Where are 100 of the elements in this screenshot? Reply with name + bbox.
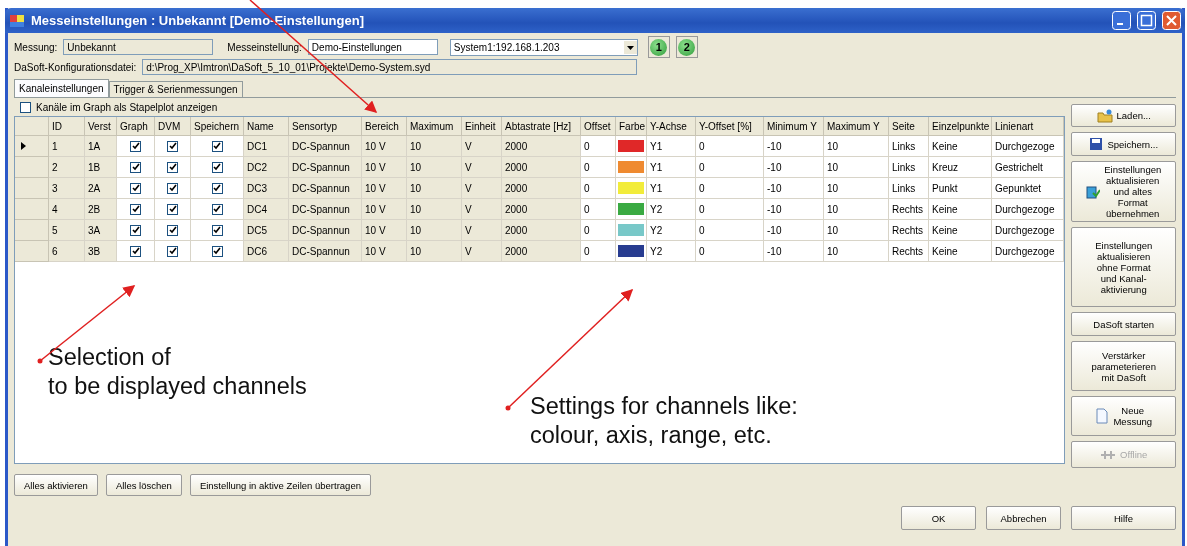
- table-cell: V: [462, 178, 502, 199]
- column-header[interactable]: Offset: [581, 117, 616, 136]
- table-cell: 0: [581, 241, 616, 262]
- settings-field[interactable]: Demo-Einstellungen: [307, 39, 438, 55]
- dialog-button[interactable]: Hilfe: [1071, 506, 1176, 530]
- table-cell: 1: [49, 136, 85, 157]
- color-swatch[interactable]: [618, 161, 644, 173]
- checkbox[interactable]: [211, 224, 223, 236]
- column-header[interactable]: Verst: [85, 117, 117, 136]
- checkbox[interactable]: [130, 203, 141, 215]
- checkbox[interactable]: [211, 203, 223, 215]
- column-header[interactable]: Y-Achse: [647, 117, 696, 136]
- table-cell: 10: [407, 136, 462, 157]
- column-header[interactable]: Linienart: [992, 117, 1064, 136]
- table-cell: 10: [407, 241, 462, 262]
- column-header[interactable]: Bereich: [362, 117, 407, 136]
- row-header[interactable]: [15, 136, 49, 157]
- table-cell: 0: [696, 241, 764, 262]
- maximize-icon[interactable]: [1137, 11, 1156, 30]
- checkbox[interactable]: [211, 182, 223, 194]
- side-button[interactable]: Einstellungen aktualisieren ohne Format und Kanal- aktivierung: [1071, 227, 1176, 307]
- column-header[interactable]: Graph: [117, 117, 155, 136]
- system-dropdown[interactable]: System1:192.168.1.203: [449, 38, 638, 56]
- column-header[interactable]: ID: [49, 117, 85, 136]
- column-header[interactable]: Einzelpunkte: [929, 117, 992, 136]
- checkbox[interactable]: [130, 245, 141, 257]
- column-header[interactable]: Einheit: [462, 117, 502, 136]
- column-header[interactable]: Maximum Y: [824, 117, 889, 136]
- table-cell: Durchgezoge: [992, 199, 1064, 220]
- tab[interactable]: Kanaleinstellungen: [14, 79, 109, 97]
- checkbox[interactable]: [130, 224, 141, 236]
- column-header[interactable]: Speichern: [191, 117, 244, 136]
- table-cell: DC6: [244, 241, 289, 262]
- checkbox[interactable]: [167, 224, 178, 236]
- page-icon: [1095, 408, 1110, 424]
- side-button[interactable]: Speichern...: [1071, 132, 1176, 156]
- table-cell: Durchgezoge: [992, 136, 1064, 157]
- table-cell: -10: [764, 241, 824, 262]
- table-cell: DC-Spannun: [289, 220, 362, 241]
- color-swatch[interactable]: [618, 140, 644, 152]
- table-cell: DC-Spannun: [289, 136, 362, 157]
- side-button[interactable]: Einstellungen aktualisieren und altes Format übernehmen: [1071, 161, 1176, 222]
- table-cell: 10 V: [362, 199, 407, 220]
- color-swatch[interactable]: [618, 182, 644, 194]
- table-cell: V: [462, 220, 502, 241]
- side-button[interactable]: Laden...: [1071, 104, 1176, 127]
- floppy-icon: [1089, 137, 1104, 151]
- table-cell: 2000: [502, 199, 581, 220]
- dialog-button[interactable]: OK: [901, 506, 976, 530]
- table-cell: DC-Spannun: [289, 157, 362, 178]
- color-swatch[interactable]: [618, 203, 644, 215]
- dialog-button[interactable]: Abbrechen: [986, 506, 1061, 530]
- column-header[interactable]: Sensortyp: [289, 117, 362, 136]
- action-button[interactable]: Alles löschen: [105, 474, 182, 496]
- minimize-icon[interactable]: [1112, 11, 1131, 30]
- checkbox[interactable]: [167, 203, 178, 215]
- checkbox[interactable]: [20, 101, 31, 113]
- checkbox[interactable]: [130, 182, 141, 194]
- table-cell: Durchgezoge: [992, 241, 1064, 262]
- table-cell: -10: [764, 136, 824, 157]
- tab[interactable]: Trigger & Serienmessungen: [108, 81, 243, 97]
- table-cell: 2000: [502, 241, 581, 262]
- table-cell: 10: [407, 157, 462, 178]
- checkbox[interactable]: [211, 245, 223, 257]
- table-cell: Keine: [929, 220, 992, 241]
- column-header[interactable]: Abtastrate [Hz]: [502, 117, 581, 136]
- column-header[interactable]: Minimum Y: [764, 117, 824, 136]
- checkbox-label: Kanäle im Graph als Stapelplot anzeigen: [36, 101, 218, 113]
- color-swatch[interactable]: [618, 224, 644, 236]
- side-button[interactable]: DaSoft starten: [1071, 312, 1176, 336]
- action-button[interactable]: Alles aktivieren: [14, 474, 98, 496]
- column-header[interactable]: Name: [244, 117, 289, 136]
- field-label: DaSoft-Konfigurationsdatei:: [14, 61, 137, 73]
- column-header[interactable]: Maximum: [407, 117, 462, 136]
- checkbox[interactable]: [167, 140, 178, 152]
- measurement-field[interactable]: Unbekannt: [63, 39, 214, 55]
- column-header[interactable]: DVM: [155, 117, 191, 136]
- column-header[interactable]: Farbe: [616, 117, 647, 136]
- table-cell: 2000: [502, 136, 581, 157]
- table-cell: 2A: [85, 178, 117, 199]
- close-icon[interactable]: [1162, 11, 1181, 30]
- system-button[interactable]: 2: [675, 36, 698, 58]
- current-row-icon: [21, 142, 26, 150]
- system-button[interactable]: 1: [647, 36, 670, 58]
- color-swatch[interactable]: [618, 245, 644, 257]
- checkbox[interactable]: [130, 140, 141, 152]
- checkbox[interactable]: [211, 140, 223, 152]
- checkbox[interactable]: [130, 161, 141, 173]
- checkbox[interactable]: [211, 161, 223, 173]
- action-button[interactable]: Einstellung in aktive Zeilen übertragen: [189, 474, 371, 496]
- table-cell: 10: [407, 199, 462, 220]
- column-header[interactable]: Y-Offset [%]: [696, 117, 764, 136]
- checkbox[interactable]: [167, 161, 178, 173]
- table-cell: 10: [824, 157, 889, 178]
- checkbox[interactable]: [167, 245, 178, 257]
- field-label: Messeinstellung:: [227, 41, 302, 53]
- checkbox[interactable]: [167, 182, 178, 194]
- column-header[interactable]: Seite: [889, 117, 929, 136]
- side-button[interactable]: Neue Messung: [1071, 396, 1176, 436]
- side-button[interactable]: Verstärker parameterieren mit DaSoft: [1071, 341, 1176, 391]
